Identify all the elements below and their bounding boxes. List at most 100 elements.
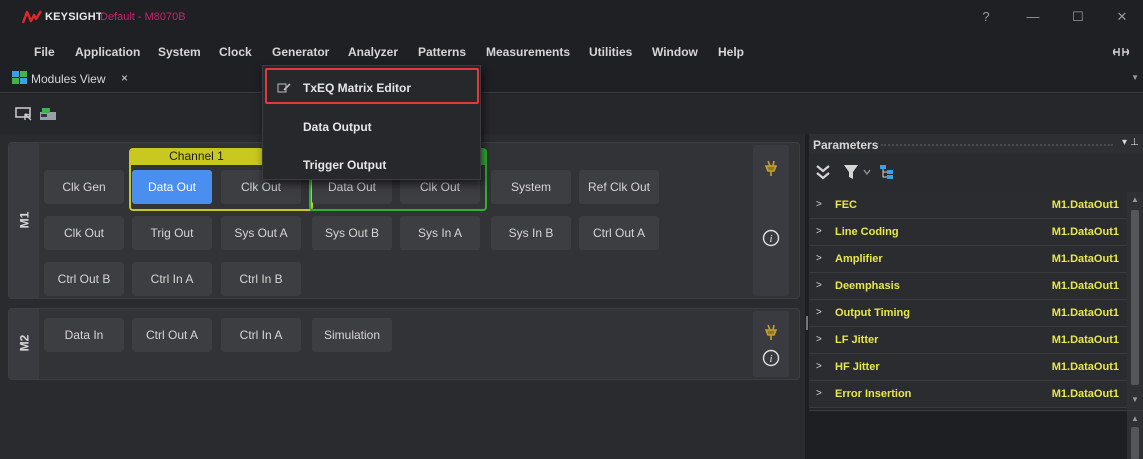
pin-icon[interactable] bbox=[1113, 47, 1129, 57]
svg-text:i: i bbox=[769, 353, 772, 365]
module-button[interactable]: Ctrl In A bbox=[221, 318, 301, 352]
chevron-right-icon[interactable]: > bbox=[816, 280, 822, 291]
parameter-row[interactable]: > Line Coding M1.DataOut1 bbox=[809, 219, 1127, 246]
module-tag-m1: M1 bbox=[9, 143, 39, 298]
parameter-value: M1.DataOut1 bbox=[1051, 334, 1119, 346]
tree-view-icon[interactable] bbox=[879, 163, 895, 181]
module-button[interactable]: Ctrl Out A bbox=[132, 318, 212, 352]
module-button[interactable]: Ref Clk Out bbox=[579, 170, 659, 204]
menu-analyzer[interactable]: Analyzer bbox=[348, 45, 398, 59]
info-icon[interactable]: i bbox=[762, 229, 780, 247]
parameter-row[interactable]: > FEC M1.DataOut1 bbox=[809, 192, 1127, 219]
parameter-row[interactable]: > Amplifier M1.DataOut1 bbox=[809, 246, 1127, 273]
module-button[interactable]: Simulation bbox=[312, 318, 392, 352]
collapse-all-icon[interactable] bbox=[815, 163, 831, 181]
chevron-right-icon[interactable]: > bbox=[816, 307, 822, 318]
module-button[interactable]: Ctrl In B bbox=[221, 262, 301, 296]
scroll-up-icon[interactable]: ▲ bbox=[1131, 414, 1139, 423]
module-button[interactable]: Sys Out B bbox=[312, 216, 392, 250]
chevron-down-icon[interactable] bbox=[863, 168, 871, 176]
menu-file[interactable]: File bbox=[34, 45, 55, 59]
parameter-name: FEC bbox=[835, 199, 857, 211]
parameter-name: LF Jitter bbox=[835, 334, 879, 346]
plug-icon[interactable] bbox=[762, 323, 780, 341]
module-button[interactable]: Data In bbox=[44, 318, 124, 352]
chevron-right-icon[interactable]: > bbox=[816, 361, 822, 372]
parameters-panel: Parameters ▾ ⊥ > FEC M1.DataOut1 > Line … bbox=[809, 134, 1143, 459]
module-button[interactable]: Sys In A bbox=[400, 216, 480, 250]
menu-item-label: Data Output bbox=[303, 120, 372, 134]
parameter-row[interactable]: > Error Insertion M1.DataOut1 bbox=[809, 381, 1127, 408]
chevron-right-icon[interactable]: > bbox=[816, 334, 822, 345]
parameter-row[interactable]: > HF Jitter M1.DataOut1 bbox=[809, 354, 1127, 381]
tab-close-icon[interactable]: × bbox=[121, 71, 128, 85]
scroll-thumb[interactable] bbox=[1131, 427, 1139, 459]
select-icon[interactable] bbox=[14, 104, 34, 124]
menu-item-data-output[interactable]: Data Output bbox=[263, 109, 480, 143]
menu-system[interactable]: System bbox=[158, 45, 201, 59]
parameter-row[interactable]: > LF Jitter M1.DataOut1 bbox=[809, 327, 1127, 354]
close-icon[interactable]: ✕ bbox=[1112, 9, 1132, 25]
chevron-right-icon[interactable]: > bbox=[816, 388, 822, 399]
menu-generator[interactable]: Generator bbox=[272, 45, 329, 59]
parameter-value: M1.DataOut1 bbox=[1051, 280, 1119, 292]
parameter-name: Amplifier bbox=[835, 253, 883, 265]
menu-window[interactable]: Window bbox=[652, 45, 698, 59]
parameters-scrollbar[interactable]: ▲ ▼ bbox=[1127, 192, 1143, 410]
module-button[interactable]: Sys In B bbox=[491, 216, 571, 250]
chevron-right-icon[interactable]: > bbox=[816, 199, 822, 210]
filter-icon[interactable] bbox=[843, 163, 859, 181]
instrument-icon[interactable] bbox=[38, 104, 58, 124]
module-button[interactable]: Ctrl Out A bbox=[579, 216, 659, 250]
parameter-value: M1.DataOut1 bbox=[1051, 226, 1119, 238]
window-title: Default - M8070B bbox=[100, 11, 186, 23]
scroll-up-icon[interactable]: ▲ bbox=[1131, 195, 1139, 204]
keysight-logo-icon bbox=[22, 10, 42, 24]
module-button[interactable]: System bbox=[491, 170, 571, 204]
panel-pin-icon[interactable]: ⊥ bbox=[1130, 137, 1139, 148]
tab-label: Modules View bbox=[31, 72, 106, 86]
parameter-value: M1.DataOut1 bbox=[1051, 307, 1119, 319]
details-scrollbar[interactable]: ▲ bbox=[1127, 411, 1143, 459]
module-button[interactable]: Clk Out bbox=[44, 216, 124, 250]
module-button[interactable]: Sys Out A bbox=[221, 216, 301, 250]
module-m2-side-panel: i bbox=[753, 311, 789, 377]
menu-clock[interactable]: Clock bbox=[219, 45, 252, 59]
module-button[interactable]: Trig Out bbox=[132, 216, 212, 250]
menu-item-trigger-output[interactable]: Trigger Output bbox=[263, 147, 480, 181]
menu-measurements[interactable]: Measurements bbox=[486, 45, 570, 59]
menu-item-label: Trigger Output bbox=[303, 158, 387, 172]
minimize-icon[interactable]: — bbox=[1023, 9, 1043, 24]
parameter-name: Line Coding bbox=[835, 226, 899, 238]
plug-icon[interactable] bbox=[762, 159, 780, 177]
module-button-active[interactable]: Data Out bbox=[132, 170, 212, 204]
info-icon[interactable]: i bbox=[762, 349, 780, 367]
parameters-toolbar bbox=[809, 154, 1143, 194]
chevron-down-icon[interactable]: ▼ bbox=[1131, 73, 1139, 82]
menu-utilities[interactable]: Utilities bbox=[589, 45, 632, 59]
module-button[interactable]: Ctrl Out B bbox=[44, 262, 124, 296]
module-button[interactable]: Ctrl In A bbox=[132, 262, 212, 296]
menu-application[interactable]: Application bbox=[75, 45, 140, 59]
parameter-row[interactable]: > Output Timing M1.DataOut1 bbox=[809, 300, 1127, 327]
tab-bar: Modules View × ▼ bbox=[0, 65, 1143, 93]
chevron-right-icon[interactable]: > bbox=[816, 226, 822, 237]
menu-help[interactable]: Help bbox=[718, 45, 744, 59]
parameter-name: Error Insertion bbox=[835, 388, 912, 400]
parameter-row[interactable]: > Deemphasis M1.DataOut1 bbox=[809, 273, 1127, 300]
tab-modules-view[interactable]: Modules View × bbox=[12, 69, 140, 89]
modules-view-icon bbox=[12, 71, 27, 84]
splitter-grip[interactable] bbox=[806, 316, 808, 330]
scroll-thumb[interactable] bbox=[1131, 210, 1139, 385]
modules-area: M1 Channel 1 Clk Gen Data Out Clk Out Da… bbox=[0, 134, 808, 459]
generator-menu: TxEQ Matrix Editor Data Output Trigger O… bbox=[262, 65, 481, 180]
menu-patterns[interactable]: Patterns bbox=[418, 45, 466, 59]
panel-menu-icon[interactable]: ▾ bbox=[1122, 137, 1127, 148]
maximize-icon[interactable]: ☐ bbox=[1068, 9, 1088, 25]
parameter-name: Deemphasis bbox=[835, 280, 900, 292]
help-icon[interactable]: ? bbox=[976, 9, 996, 24]
module-button[interactable]: Clk Gen bbox=[44, 170, 124, 204]
scroll-down-icon[interactable]: ▼ bbox=[1131, 395, 1139, 404]
chevron-right-icon[interactable]: > bbox=[816, 253, 822, 264]
brand-name: KEYSIGHT bbox=[45, 11, 103, 23]
